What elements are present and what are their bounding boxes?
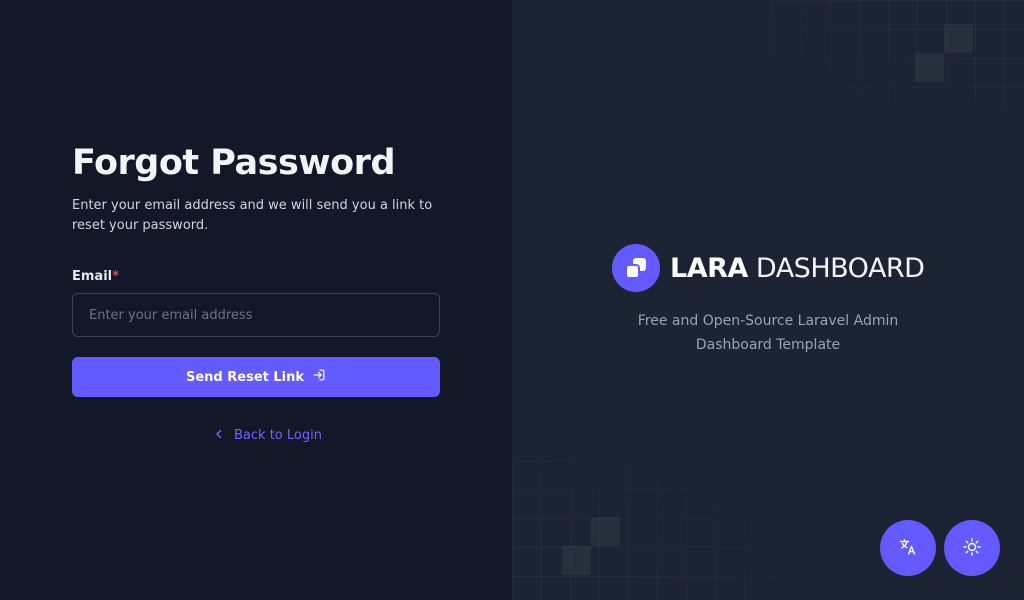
grid-cell bbox=[915, 53, 944, 82]
brand-panel: LARA DASHBOARD Free and Open-Source Lara… bbox=[512, 0, 1024, 600]
brand-name-bold: LARA bbox=[670, 252, 748, 284]
grid-decoration-top bbox=[772, 0, 1024, 110]
grid-cell bbox=[562, 546, 591, 575]
back-to-login-label: Back to Login bbox=[234, 428, 322, 443]
brand-name: LARA DASHBOARD bbox=[670, 252, 925, 284]
brand-tagline: Free and Open-Source Laravel Admin Dashb… bbox=[637, 313, 899, 353]
theme-toggle-button[interactable] bbox=[944, 520, 1000, 576]
chevron-left-icon bbox=[214, 428, 224, 443]
email-label: Email* bbox=[72, 269, 119, 284]
grid-decoration-bottom bbox=[512, 460, 772, 600]
page-subtitle: Enter your email address and we will sen… bbox=[72, 198, 433, 233]
brand-name-light: DASHBOARD bbox=[755, 252, 925, 284]
brand-logo: LARA DASHBOARD bbox=[612, 244, 925, 292]
email-field[interactable] bbox=[72, 293, 440, 337]
sun-icon bbox=[962, 537, 982, 560]
page-title: Forgot Password bbox=[72, 143, 396, 183]
grid-cell bbox=[591, 517, 620, 546]
form-panel: Forgot Password Enter your email address… bbox=[0, 0, 512, 600]
email-label-text: Email bbox=[72, 269, 113, 284]
send-reset-link-button[interactable]: Send Reset Link bbox=[72, 357, 440, 397]
login-arrow-icon bbox=[312, 368, 326, 386]
language-button[interactable] bbox=[880, 520, 936, 576]
send-reset-link-label: Send Reset Link bbox=[185, 369, 305, 385]
required-mark: * bbox=[112, 269, 119, 284]
translate-icon bbox=[898, 537, 918, 560]
back-to-login-link[interactable]: Back to Login bbox=[0, 428, 512, 443]
grid-cell bbox=[944, 24, 973, 53]
logo-mark-icon bbox=[612, 244, 660, 292]
